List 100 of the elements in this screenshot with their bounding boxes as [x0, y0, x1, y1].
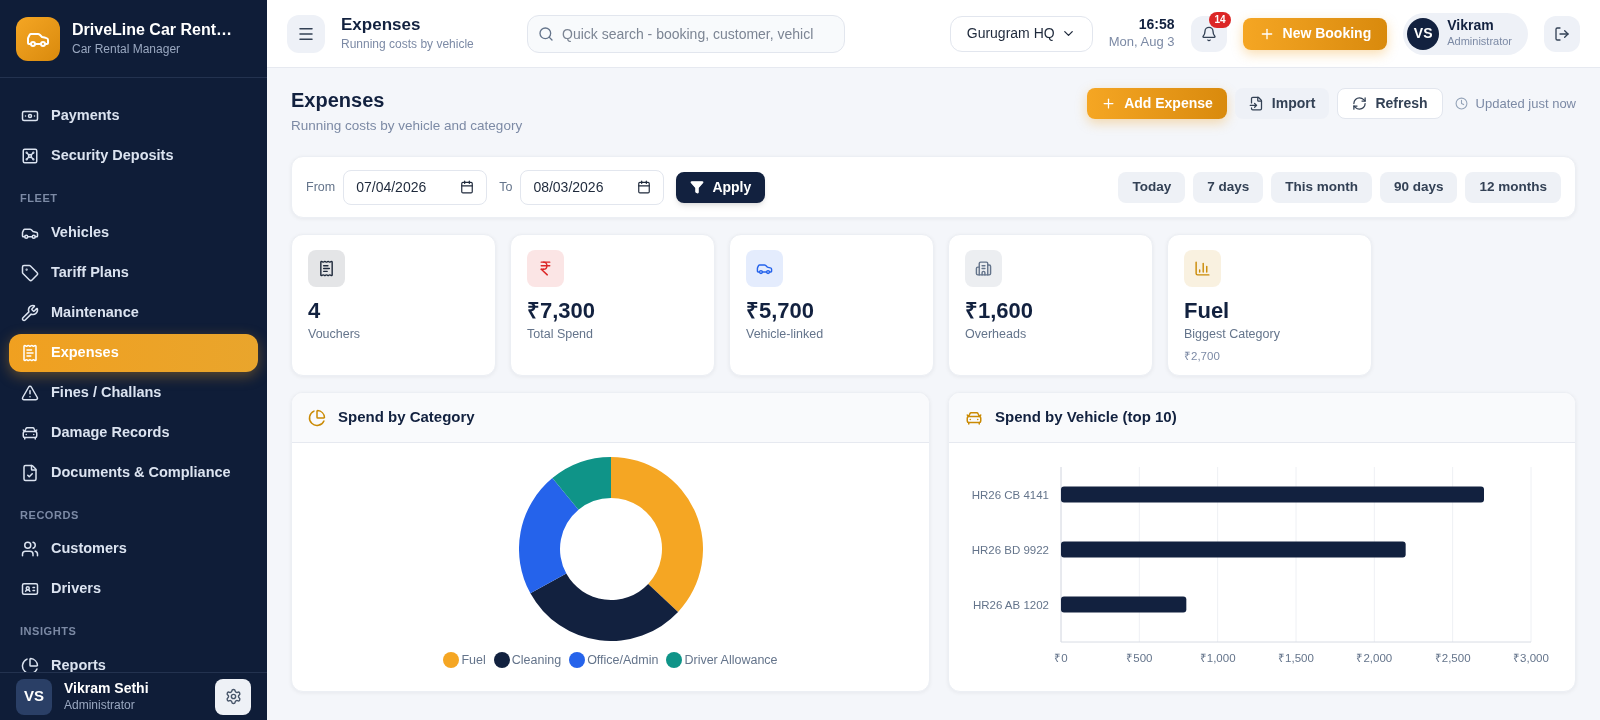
nav-icon [21, 263, 39, 282]
user-role: Administrator [64, 696, 136, 714]
panel-title: Spend by Vehicle (top 10) [995, 407, 1177, 428]
topbar-subtitle: Running costs by vehicle [341, 35, 475, 53]
bell-icon [1200, 25, 1217, 42]
nav-section-heading: FLEET [19, 191, 59, 206]
bar-label: HR26 CB 4141 [971, 488, 1049, 501]
nav-section-heading: RECORDS [19, 507, 80, 523]
file-import-icon [1248, 96, 1264, 111]
logout-button[interactable] [1544, 15, 1580, 52]
date-preset-button[interactable]: 12 months [1465, 171, 1561, 203]
nav-section-heading: INSIGHTS [19, 624, 78, 639]
settings-button[interactable] [215, 678, 251, 715]
to-date-field[interactable]: 08/03/2026 [520, 169, 665, 205]
page-subtitle: Running costs by vehicle and category [291, 117, 523, 135]
legend-label: Office/Admin [587, 652, 659, 669]
branch-select[interactable]: Gurugram HQ [949, 15, 1093, 52]
nav-item[interactable]: Payments [9, 97, 258, 135]
nav-icon [21, 147, 39, 165]
stat-label: Vehicle-linked [746, 326, 825, 343]
menu-button[interactable] [287, 14, 325, 53]
panel-title: Spend by Category [338, 407, 475, 428]
from-label: From [306, 178, 336, 196]
brand-title: DriveLine Car Rent… [72, 19, 233, 40]
stat-label: Total Spend [527, 326, 595, 343]
nav-icon [21, 580, 39, 598]
page-title: Expenses [291, 88, 386, 112]
stat-value: Fuel [1184, 297, 1231, 325]
date-preset-button[interactable]: This month [1271, 171, 1372, 203]
from-date-field[interactable]: 07/04/2026 [343, 169, 488, 205]
legend-label: Fuel [461, 652, 486, 669]
nav-item[interactable]: Reports [9, 646, 258, 672]
stat-value: ₹5,700 [746, 297, 816, 325]
nav-item[interactable]: Maintenance [9, 293, 258, 332]
axis-tick-label: ₹1,000 [1199, 652, 1236, 664]
clock-icon [1454, 97, 1468, 110]
topbar-title: Expenses [341, 14, 422, 35]
axis-tick-label: ₹2,000 [1356, 652, 1393, 664]
nav-item[interactable]: Documents & Compliance [9, 453, 258, 492]
car-logo-icon [16, 16, 60, 61]
stat-label: Vouchers [308, 326, 362, 343]
date-preset-button[interactable]: 90 days [1379, 171, 1458, 203]
calendar-icon [637, 180, 652, 194]
import-button[interactable]: Import [1234, 88, 1330, 119]
to-label: To [499, 178, 513, 196]
updated-text: Updated just now [1475, 94, 1576, 113]
brand-subtitle: Car Rental Manager [72, 40, 182, 58]
refresh-button[interactable]: Refresh [1337, 88, 1443, 119]
stat-label: Biggest Category [1184, 326, 1281, 343]
nav-item[interactable]: Fines / Challans [9, 373, 258, 412]
notifications-button[interactable] [1190, 15, 1227, 52]
axis-tick-label: ₹500 [1126, 652, 1153, 664]
bar-label: HR26 AB 1202 [972, 598, 1049, 611]
nav-icon [21, 540, 39, 558]
stat-value: ₹7,300 [527, 297, 597, 325]
logout-icon [1554, 25, 1570, 42]
pie-chart-icon [308, 408, 326, 427]
axis-tick-label: ₹0 [1054, 652, 1068, 664]
user-avatar: VS [16, 678, 52, 715]
filter-icon [690, 180, 705, 194]
search-icon [538, 25, 554, 42]
clock-date: Mon, Aug 3 [1108, 32, 1175, 51]
nav-icon [21, 343, 39, 362]
stat-value: ₹1,600 [965, 297, 1035, 325]
axis-tick-label: ₹2,500 [1434, 652, 1471, 664]
nav-icon [21, 656, 39, 672]
nav-icon [21, 383, 39, 402]
axis-tick-label: ₹3,000 [1513, 652, 1549, 664]
search-field[interactable]: Quick search - booking, customer, vehicl [527, 14, 845, 53]
clock-time: 16:58 [1138, 15, 1175, 32]
stat-label: Overheads [965, 326, 1028, 343]
user-avatar: VS [1407, 17, 1440, 50]
user-chip[interactable]: VS Vikram Administrator [1403, 12, 1528, 55]
user-role: Administrator [1447, 34, 1512, 50]
bar-label: HR26 BD 9922 [971, 543, 1049, 556]
stat-value: 4 [308, 297, 322, 325]
user-name: Vikram Sethi [64, 679, 150, 696]
date-preset-button[interactable]: 7 days [1193, 171, 1264, 203]
nav-item[interactable]: Damage Records [9, 413, 258, 452]
receipt-icon [318, 260, 335, 277]
nav-item[interactable]: Security Deposits [9, 137, 258, 175]
notification-count: 14 [1209, 11, 1231, 28]
nav-item[interactable]: Customers [9, 530, 258, 568]
nav-item[interactable]: Drivers [9, 570, 258, 608]
date-preset-button[interactable]: Today [1118, 171, 1186, 203]
nav-icon [21, 463, 39, 482]
nav-item[interactable]: Tariff Plans [9, 253, 258, 292]
legend-label: Driver Allowance [684, 652, 778, 669]
legend-label: Cleaning [511, 652, 562, 669]
nav-item[interactable]: Vehicles [9, 213, 258, 252]
building-icon [975, 260, 992, 277]
refresh-icon [1352, 96, 1368, 111]
apply-button[interactable]: Apply [676, 171, 766, 203]
stat-note: ₹2,700 [1184, 348, 1221, 364]
axis-tick-label: ₹1,500 [1278, 652, 1314, 664]
calendar-icon [460, 180, 475, 194]
gear-icon [224, 688, 242, 705]
bar-chart-icon [1194, 260, 1211, 277]
nav-icon [21, 303, 39, 322]
plus-icon [1101, 96, 1117, 111]
